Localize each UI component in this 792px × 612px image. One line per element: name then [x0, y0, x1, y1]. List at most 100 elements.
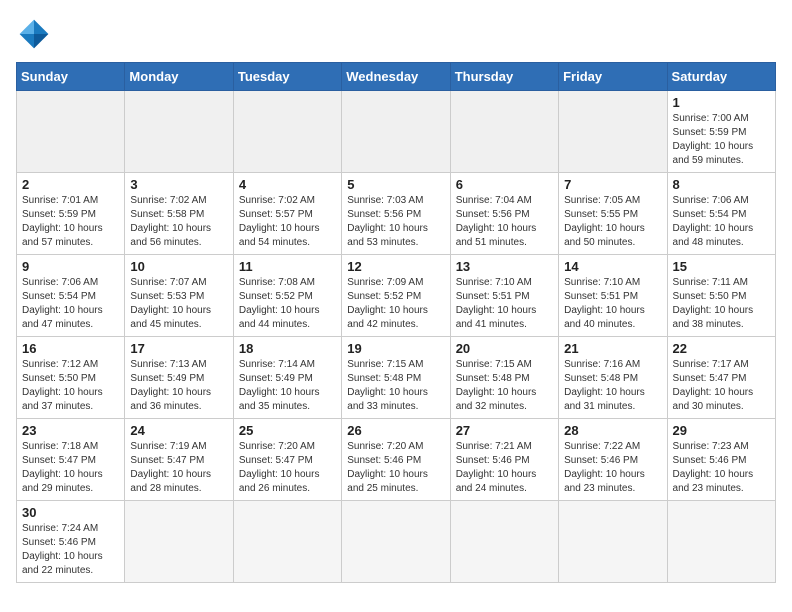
- calendar-cell: 27 Sunrise: 7:21 AMSunset: 5:46 PMDayligh…: [450, 419, 558, 501]
- day-info: Sunrise: 7:06 AMSunset: 5:54 PMDaylight:…: [22, 276, 119, 332]
- day-number: 27: [456, 423, 553, 438]
- day-info: Sunrise: 7:08 AMSunset: 5:52 PMDaylight:…: [239, 276, 336, 332]
- calendar-cell: [450, 501, 558, 583]
- day-number: 2: [22, 177, 119, 192]
- day-info: Sunrise: 7:15 AMSunset: 5:48 PMDaylight:…: [347, 358, 444, 414]
- logo: [16, 16, 58, 52]
- day-number: 6: [456, 177, 553, 192]
- calendar-cell: [233, 91, 341, 173]
- day-info: Sunrise: 7:15 AMSunset: 5:48 PMDaylight:…: [456, 358, 553, 414]
- calendar-cell: 28 Sunrise: 7:22 AMSunset: 5:46 PMDayligh…: [559, 419, 667, 501]
- day-info: Sunrise: 7:24 AMSunset: 5:46 PMDaylight:…: [22, 522, 119, 578]
- calendar-row-0: 1 Sunrise: 7:00 AMSunset: 5:59 PMDaylight…: [17, 91, 776, 173]
- day-number: 19: [347, 341, 444, 356]
- calendar-cell: 1 Sunrise: 7:00 AMSunset: 5:59 PMDaylight…: [667, 91, 775, 173]
- calendar-cell: [342, 501, 450, 583]
- calendar-row-1: 2 Sunrise: 7:01 AMSunset: 5:59 PMDaylight…: [17, 173, 776, 255]
- weekday-header-tuesday: Tuesday: [233, 63, 341, 91]
- calendar-cell: 12Sunrise: 7:09 AMSunset: 5:52 PMDayligh…: [342, 255, 450, 337]
- day-info: Sunrise: 7:00 AMSunset: 5:59 PMDaylight:…: [673, 112, 770, 168]
- day-number: 11: [239, 259, 336, 274]
- weekday-header-saturday: Saturday: [667, 63, 775, 91]
- day-info: Sunrise: 7:19 AMSunset: 5:47 PMDaylight:…: [130, 440, 227, 496]
- day-info: Sunrise: 7:01 AMSunset: 5:59 PMDaylight:…: [22, 194, 119, 250]
- day-number: 21: [564, 341, 661, 356]
- calendar-row-3: 16 Sunrise: 7:12 AMSunset: 5:50 PMDayligh…: [17, 337, 776, 419]
- calendar-cell: 4 Sunrise: 7:02 AMSunset: 5:57 PMDaylight…: [233, 173, 341, 255]
- calendar-cell: 10 Sunrise: 7:07 AMSunset: 5:53 PMDayligh…: [125, 255, 233, 337]
- weekday-header-monday: Monday: [125, 63, 233, 91]
- calendar-cell: 2 Sunrise: 7:01 AMSunset: 5:59 PMDaylight…: [17, 173, 125, 255]
- calendar-cell: [233, 501, 341, 583]
- calendar-cell: [559, 501, 667, 583]
- day-number: 15: [673, 259, 770, 274]
- day-info: Sunrise: 7:10 AMSunset: 5:51 PMDaylight:…: [564, 276, 661, 332]
- day-info: Sunrise: 7:11 AMSunset: 5:50 PMDaylight:…: [673, 276, 770, 332]
- day-number: 3: [130, 177, 227, 192]
- day-number: 14: [564, 259, 661, 274]
- calendar-cell: 13 Sunrise: 7:10 AMSunset: 5:51 PMDayligh…: [450, 255, 558, 337]
- day-number: 23: [22, 423, 119, 438]
- weekday-header-row: SundayMondayTuesdayWednesdayThursdayFrid…: [17, 63, 776, 91]
- calendar-cell: [125, 91, 233, 173]
- calendar-cell: 29 Sunrise: 7:23 AMSunset: 5:46 PMDayligh…: [667, 419, 775, 501]
- day-number: 10: [130, 259, 227, 274]
- logo-icon: [16, 16, 52, 52]
- day-info: Sunrise: 7:16 AMSunset: 5:48 PMDaylight:…: [564, 358, 661, 414]
- day-number: 7: [564, 177, 661, 192]
- calendar-cell: 5Sunrise: 7:03 AMSunset: 5:56 PMDaylight…: [342, 173, 450, 255]
- calendar-cell: [450, 91, 558, 173]
- day-number: 13: [456, 259, 553, 274]
- calendar-cell: 9Sunrise: 7:06 AMSunset: 5:54 PMDaylight…: [17, 255, 125, 337]
- calendar-cell: 15 Sunrise: 7:11 AMSunset: 5:50 PMDayligh…: [667, 255, 775, 337]
- calendar-cell: [125, 501, 233, 583]
- weekday-header-thursday: Thursday: [450, 63, 558, 91]
- day-number: 1: [673, 95, 770, 110]
- calendar-row-2: 9Sunrise: 7:06 AMSunset: 5:54 PMDaylight…: [17, 255, 776, 337]
- day-number: 8: [673, 177, 770, 192]
- day-info: Sunrise: 7:05 AMSunset: 5:55 PMDaylight:…: [564, 194, 661, 250]
- calendar-cell: 18Sunrise: 7:14 AMSunset: 5:49 PMDayligh…: [233, 337, 341, 419]
- calendar-cell: [342, 91, 450, 173]
- day-info: Sunrise: 7:22 AMSunset: 5:46 PMDaylight:…: [564, 440, 661, 496]
- calendar-cell: 19 Sunrise: 7:15 AMSunset: 5:48 PMDayligh…: [342, 337, 450, 419]
- weekday-header-wednesday: Wednesday: [342, 63, 450, 91]
- calendar-cell: 6Sunrise: 7:04 AMSunset: 5:56 PMDaylight…: [450, 173, 558, 255]
- day-info: Sunrise: 7:02 AMSunset: 5:57 PMDaylight:…: [239, 194, 336, 250]
- day-number: 4: [239, 177, 336, 192]
- calendar-cell: 25Sunrise: 7:20 AMSunset: 5:47 PMDayligh…: [233, 419, 341, 501]
- calendar-cell: [559, 91, 667, 173]
- weekday-header-friday: Friday: [559, 63, 667, 91]
- day-number: 17: [130, 341, 227, 356]
- day-number: 29: [673, 423, 770, 438]
- calendar-cell: 8 Sunrise: 7:06 AMSunset: 5:54 PMDaylight…: [667, 173, 775, 255]
- calendar-cell: [17, 91, 125, 173]
- day-info: Sunrise: 7:12 AMSunset: 5:50 PMDaylight:…: [22, 358, 119, 414]
- day-info: Sunrise: 7:21 AMSunset: 5:46 PMDaylight:…: [456, 440, 553, 496]
- calendar-cell: 30 Sunrise: 7:24 AMSunset: 5:46 PMDayligh…: [17, 501, 125, 583]
- day-info: Sunrise: 7:06 AMSunset: 5:54 PMDaylight:…: [673, 194, 770, 250]
- day-number: 28: [564, 423, 661, 438]
- day-number: 30: [22, 505, 119, 520]
- page-header: [16, 16, 776, 52]
- calendar-cell: 11 Sunrise: 7:08 AMSunset: 5:52 PMDayligh…: [233, 255, 341, 337]
- calendar-cell: 22Sunrise: 7:17 AMSunset: 5:47 PMDayligh…: [667, 337, 775, 419]
- day-info: Sunrise: 7:14 AMSunset: 5:49 PMDaylight:…: [239, 358, 336, 414]
- day-info: Sunrise: 7:20 AMSunset: 5:46 PMDaylight:…: [347, 440, 444, 496]
- day-number: 16: [22, 341, 119, 356]
- day-info: Sunrise: 7:13 AMSunset: 5:49 PMDaylight:…: [130, 358, 227, 414]
- day-info: Sunrise: 7:02 AMSunset: 5:58 PMDaylight:…: [130, 194, 227, 250]
- calendar-cell: 3 Sunrise: 7:02 AMSunset: 5:58 PMDaylight…: [125, 173, 233, 255]
- calendar-cell: 26 Sunrise: 7:20 AMSunset: 5:46 PMDayligh…: [342, 419, 450, 501]
- calendar-cell: 7 Sunrise: 7:05 AMSunset: 5:55 PMDaylight…: [559, 173, 667, 255]
- day-number: 26: [347, 423, 444, 438]
- day-info: Sunrise: 7:18 AMSunset: 5:47 PMDaylight:…: [22, 440, 119, 496]
- day-info: Sunrise: 7:10 AMSunset: 5:51 PMDaylight:…: [456, 276, 553, 332]
- day-info: Sunrise: 7:07 AMSunset: 5:53 PMDaylight:…: [130, 276, 227, 332]
- calendar-row-5: 30 Sunrise: 7:24 AMSunset: 5:46 PMDayligh…: [17, 501, 776, 583]
- day-info: Sunrise: 7:20 AMSunset: 5:47 PMDaylight:…: [239, 440, 336, 496]
- day-info: Sunrise: 7:23 AMSunset: 5:46 PMDaylight:…: [673, 440, 770, 496]
- calendar-cell: 23 Sunrise: 7:18 AMSunset: 5:47 PMDayligh…: [17, 419, 125, 501]
- day-number: 22: [673, 341, 770, 356]
- day-info: Sunrise: 7:09 AMSunset: 5:52 PMDaylight:…: [347, 276, 444, 332]
